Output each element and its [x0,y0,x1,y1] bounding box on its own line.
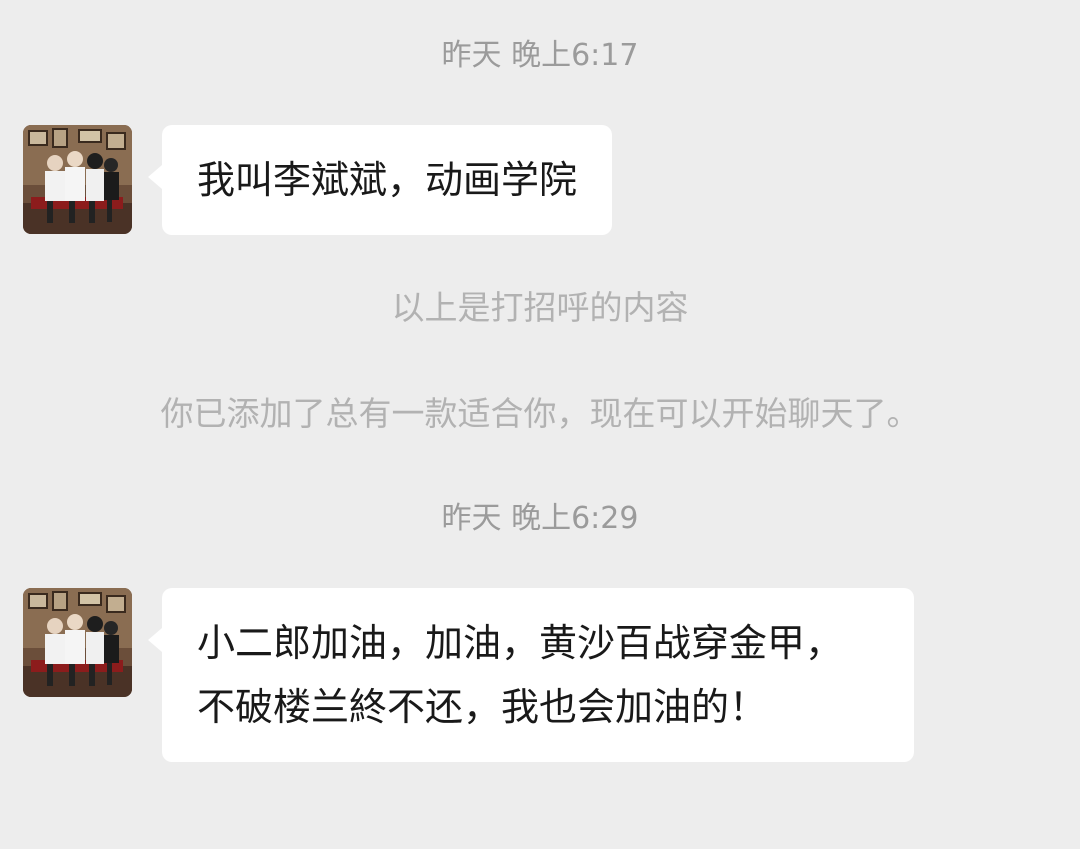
group-photo-avatar-icon [23,125,132,234]
chat-view: 昨天 晚上6:17 我叫李斌斌，动画学院 以上是打招呼的内容 你已添加了总有一款… [0,0,1080,849]
group-photo-avatar-icon [23,588,132,697]
system-note: 你已添加了总有一款适合你，现在可以开始聊天了。 [160,394,920,433]
contact-avatar[interactable] [23,588,132,697]
message-bubble[interactable]: 我叫李斌斌，动画学院 [147,125,613,235]
contact-avatar[interactable] [23,125,132,234]
message-bubble[interactable]: 小二郎加油，加油，黄沙百战穿金甲，不破楼兰終不还，我也会加油的！ [148,588,914,762]
timestamp: 昨天 晚上6:29 [441,501,639,536]
system-note: 以上是打招呼的内容 [391,288,689,327]
timestamp: 昨天 晚上6:17 [441,38,639,73]
